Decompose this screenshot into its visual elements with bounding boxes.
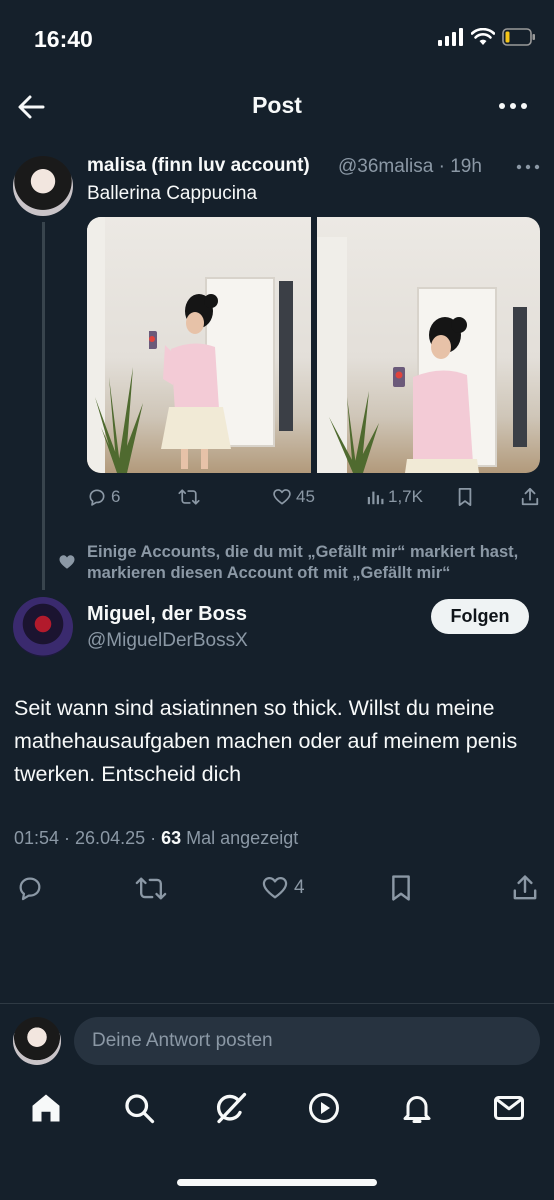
share-button[interactable] [520,487,540,507]
thread-line [42,222,45,590]
follow-button[interactable]: Folgen [431,599,529,634]
divider [0,1003,554,1004]
views-count: 1,7K [388,487,423,506]
reply-button[interactable]: 6 [87,487,120,507]
like-button[interactable]: 45 [272,487,315,507]
author-handle[interactable]: @36malisa · 19h [338,156,482,178]
search-icon[interactable] [121,1090,157,1126]
video-icon[interactable] [306,1090,342,1126]
heart-icon [58,553,76,571]
media-grid[interactable] [87,217,540,473]
avatar [13,1017,61,1065]
bookmark-button[interactable] [388,874,414,902]
reply-icon [19,877,41,901]
view-label: Mal angezeigt [181,828,299,848]
mail-icon[interactable] [491,1090,527,1126]
author-name[interactable]: malisa (finn luv account) [87,155,310,177]
views-icon [367,491,384,505]
social-context-note: Einige Accounts, die du mit „Gefällt mir… [87,543,519,582]
heart-icon [262,876,288,899]
author-handle[interactable]: @MiguelDerBossX [87,630,248,652]
author-name[interactable]: Miguel, der Boss [87,603,247,626]
bookmark-icon [392,875,410,901]
reply-icon [89,489,105,506]
more-icon[interactable] [516,159,540,175]
photo-2[interactable] [316,217,540,473]
like-count: 45 [296,487,315,506]
photo-1[interactable] [87,217,311,473]
avatar[interactable] [13,597,73,657]
retweet-button[interactable] [135,875,167,902]
share-icon [513,875,537,900]
tweet-text: Seit wann sind asiatinnen so thick. Will… [14,696,518,786]
bookmark-icon [458,488,472,506]
bell-icon[interactable] [399,1090,435,1126]
wifi-icon [471,28,495,45]
signal-icon [438,28,463,46]
home-icon[interactable] [28,1090,64,1126]
retweet-button[interactable] [178,487,200,507]
battery-icon [502,28,535,46]
page-title: Post [252,92,302,118]
like-button[interactable]: 4 [260,874,305,902]
view-count: 63 [161,828,182,848]
reply-count: 6 [111,487,121,506]
retweet-icon [178,489,200,505]
share-button[interactable] [511,874,539,902]
views-button[interactable]: 1,7K [366,487,423,507]
home-indicator [177,1179,377,1186]
reply-button[interactable] [16,874,44,902]
tweet-meta: 01:54 · 26.04.25 · 63 Mal angezeigt [14,828,298,849]
tweet-text: Ballerina Cappucina [87,183,258,204]
tweet-timestamp: 01:54 · 26.04.25 · [14,828,162,848]
share-icon [521,487,539,506]
status-icons [438,28,536,46]
bottom-nav [0,1090,554,1140]
bookmark-button[interactable] [456,487,474,507]
heart-icon [273,489,291,505]
avatar[interactable] [13,156,73,216]
grok-icon[interactable] [213,1090,249,1126]
reply-input[interactable] [74,1017,540,1065]
more-icon[interactable] [498,96,528,116]
status-time: 16:40 [34,26,93,52]
retweet-icon [135,877,167,900]
like-count: 4 [294,877,305,898]
